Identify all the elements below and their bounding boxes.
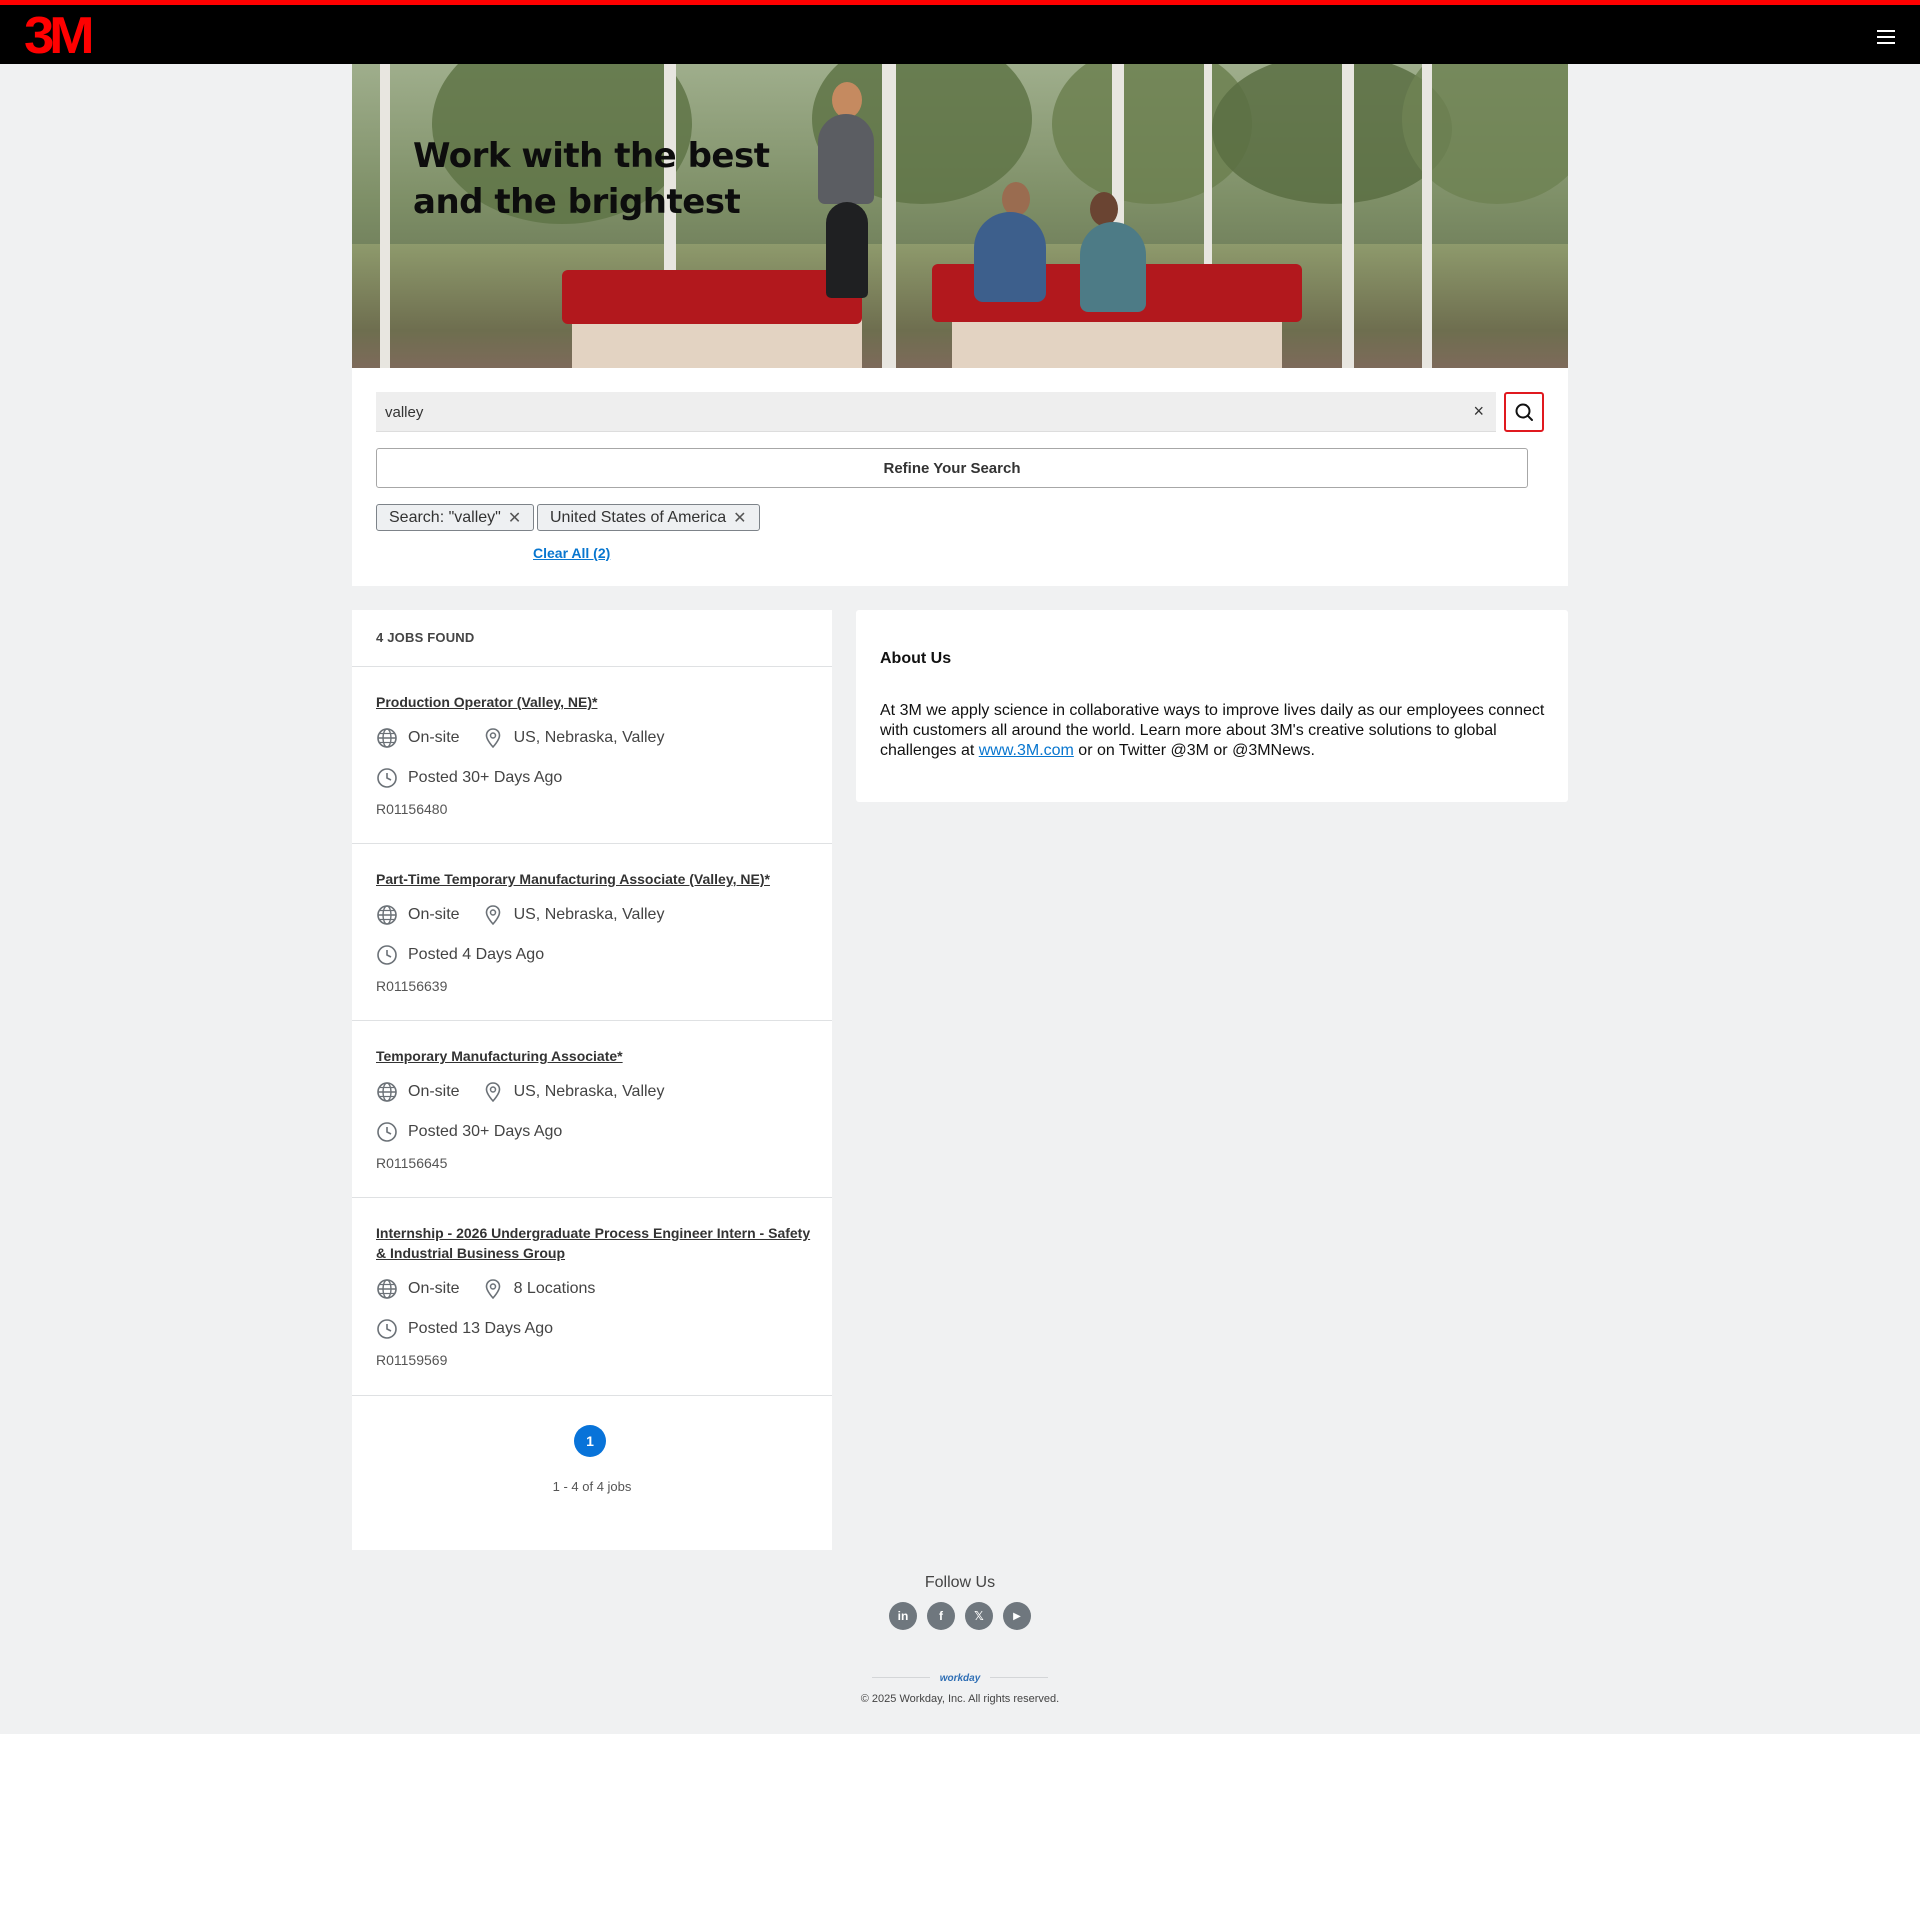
follow-us-label: Follow Us bbox=[924, 1574, 996, 1591]
list-divider bbox=[352, 1395, 832, 1396]
copyright-text: © 2025 Workday, Inc. All rights reserved… bbox=[860, 1693, 1060, 1705]
pagination-info: 1 - 4 of 4 jobs bbox=[552, 1479, 632, 1494]
workday-logo: workday bbox=[930, 1660, 990, 1688]
remove-chip-icon[interactable]: ✕ bbox=[733, 508, 746, 528]
job-list-item: Temporary Manufacturing Associate* On-si… bbox=[352, 1020, 832, 1197]
3m-website-link[interactable]: www.3M.com bbox=[979, 742, 1074, 759]
posted-date: Posted 4 Days Ago bbox=[408, 946, 545, 963]
job-location: 8 Locations bbox=[513, 1280, 596, 1297]
clear-all-filters-link[interactable]: Clear All (2) bbox=[533, 545, 610, 561]
job-list-item: Internship - 2026 Undergraduate Process … bbox=[352, 1197, 832, 1395]
job-title-link[interactable]: Temporary Manufacturing Associate* bbox=[376, 1046, 816, 1066]
globe-icon bbox=[376, 727, 398, 749]
chip-label: Search: "valley" bbox=[389, 508, 501, 526]
location-pin-icon bbox=[482, 1278, 504, 1300]
location-pin-icon bbox=[482, 727, 504, 749]
posted-date: Posted 30+ Days Ago bbox=[408, 769, 563, 786]
globe-icon bbox=[376, 904, 398, 926]
hero-title: Work with the best and the brightest bbox=[413, 136, 770, 222]
3m-logo[interactable]: 3M bbox=[24, 10, 95, 62]
job-requisition-id: R01156480 bbox=[376, 801, 448, 817]
globe-icon bbox=[376, 1278, 398, 1300]
search-button[interactable] bbox=[1504, 392, 1544, 432]
hero-banner: Work with the best and the brightest bbox=[352, 64, 1568, 368]
location-pin-icon bbox=[482, 904, 504, 926]
job-location: US, Nebraska, Valley bbox=[513, 906, 665, 923]
top-navigation-bar: 3M bbox=[0, 0, 1920, 64]
x-twitter-icon[interactable]: 𝕏 bbox=[965, 1602, 993, 1630]
chip-label: United States of America bbox=[550, 508, 727, 526]
filter-chip-country[interactable]: United States of America ✕ bbox=[537, 504, 760, 531]
posted-date: Posted 13 Days Ago bbox=[408, 1320, 553, 1337]
posted-date: Posted 30+ Days Ago bbox=[408, 1123, 563, 1140]
jobs-found-count: 4 JOBS FOUND bbox=[376, 630, 475, 645]
job-title-link[interactable]: Part-Time Temporary Manufacturing Associ… bbox=[376, 869, 816, 889]
work-type: On-site bbox=[408, 729, 460, 746]
job-results-list: 4 JOBS FOUND Production Operator (Valley… bbox=[352, 610, 832, 1550]
facebook-icon[interactable]: f bbox=[927, 1602, 955, 1630]
clock-icon bbox=[376, 767, 398, 789]
globe-icon bbox=[376, 1081, 398, 1103]
job-location: US, Nebraska, Valley bbox=[513, 1083, 665, 1100]
clear-search-icon[interactable]: × bbox=[1473, 401, 1484, 421]
job-title-link[interactable]: Internship - 2026 Undergraduate Process … bbox=[376, 1223, 816, 1263]
work-type: On-site bbox=[408, 1280, 460, 1297]
job-list-item: Production Operator (Valley, NE)* On-sit… bbox=[352, 666, 832, 843]
youtube-icon[interactable]: ▶ bbox=[1003, 1602, 1031, 1630]
linkedin-icon[interactable]: in bbox=[889, 1602, 917, 1630]
work-type: On-site bbox=[408, 1083, 460, 1100]
clock-icon bbox=[376, 1121, 398, 1143]
refine-search-button[interactable]: Refine Your Search bbox=[376, 448, 1528, 488]
about-us-title: About Us bbox=[880, 650, 952, 667]
job-title-link[interactable]: Production Operator (Valley, NE)* bbox=[376, 692, 816, 712]
job-requisition-id: R01156639 bbox=[376, 978, 448, 994]
job-requisition-id: R01159569 bbox=[376, 1352, 448, 1368]
hamburger-menu-icon[interactable] bbox=[1877, 29, 1897, 45]
search-field: × bbox=[376, 392, 1496, 432]
clock-icon bbox=[376, 1318, 398, 1340]
search-panel: × Refine Your Search Search: "valley" ✕ … bbox=[352, 368, 1568, 586]
job-requisition-id: R01156645 bbox=[376, 1155, 448, 1171]
job-location: US, Nebraska, Valley bbox=[513, 729, 665, 746]
filter-chip-search[interactable]: Search: "valley" ✕ bbox=[376, 504, 535, 531]
pagination-page-button[interactable]: 1 bbox=[574, 1425, 606, 1457]
location-pin-icon bbox=[482, 1081, 504, 1103]
work-type: On-site bbox=[408, 906, 460, 923]
about-us-text: At 3M we apply science in collaborative … bbox=[880, 702, 1545, 759]
job-list-item: Part-Time Temporary Manufacturing Associ… bbox=[352, 843, 832, 1020]
search-input[interactable] bbox=[376, 392, 1456, 432]
search-icon bbox=[1515, 403, 1533, 421]
about-us-panel: About Us At 3M we apply science in colla… bbox=[856, 610, 1568, 802]
clock-icon bbox=[376, 944, 398, 966]
remove-chip-icon[interactable]: ✕ bbox=[508, 508, 521, 528]
